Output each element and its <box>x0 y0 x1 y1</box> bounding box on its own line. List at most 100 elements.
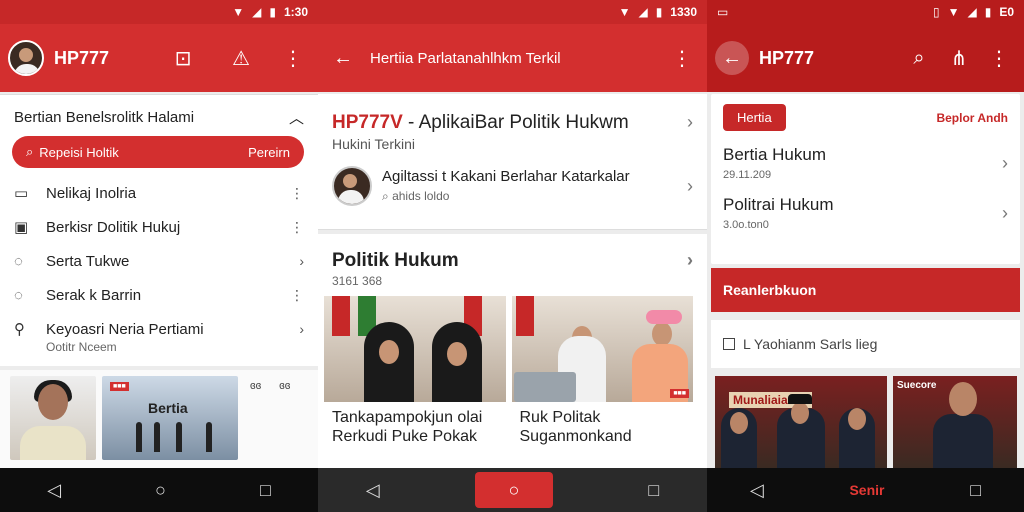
search-icon: ⌕ <box>382 189 393 203</box>
list-item-date: 29.11.209 <box>723 169 772 181</box>
screen-article-list: ▼ ◢ ▮ 1330 ← Hertiia Parlatanahlhkm Terk… <box>318 0 707 512</box>
checkbox-row[interactable]: L Yaohianm Sarls lieg <box>711 320 1020 368</box>
chevron-up-icon[interactable]: ︿ <box>289 107 304 128</box>
home-nav-icon[interactable]: ○ <box>155 480 166 501</box>
app-bar: ← HP777 ⌕ ⋔ ⋮ <box>707 24 1024 92</box>
vibrate-icon: ▯ <box>932 5 940 19</box>
back-arrow-icon[interactable]: ← <box>326 41 360 75</box>
menu-item-action[interactable]: › <box>299 321 304 337</box>
camera-icon[interactable]: ⊡ <box>166 41 200 75</box>
search-icon[interactable]: ⌕ <box>902 41 936 75</box>
list-item-title: Politrai Hukum <box>723 195 834 214</box>
meta-right: ɞɞ <box>279 380 291 392</box>
person-thumbnail[interactable] <box>10 376 96 460</box>
location-icon: ◌ <box>14 252 23 270</box>
checkbox[interactable] <box>723 338 735 350</box>
search-icon: ⌕ <box>26 144 34 159</box>
menu-item-action[interactable]: ⋮ <box>290 287 304 304</box>
app-bar: ← Hertiia Parlatanahlhkm Terkil ⋮ <box>318 24 707 92</box>
signal-icon: ◢ <box>967 5 977 19</box>
brand-text: HP777V <box>332 112 403 133</box>
caption-1[interactable]: Tankapampokjun olai Rerkudi Puke Pokak <box>332 408 506 446</box>
status-bar: ▼ ◢ ▮ 1:30 <box>0 0 318 24</box>
menu-item-label: Serta Tukwe <box>46 252 130 270</box>
back-nav-icon[interactable]: ◁ <box>366 480 380 501</box>
inbox-icon: ▭ <box>14 185 29 202</box>
home-nav-button[interactable]: ○ <box>474 472 553 508</box>
red-banner[interactable]: Reanlerbkuon <box>711 268 1020 312</box>
screen-category: ▭ ▯ ▼ ◢ ▮ E0 ← HP777 ⌕ ⋔ ⋮ Hertia Beplor… <box>707 0 1024 512</box>
recents-nav-icon[interactable]: □ <box>970 480 981 501</box>
art-text: Bertia <box>148 400 188 416</box>
battery-icon: ▮ <box>655 5 663 19</box>
home-nav-icon: ○ <box>508 479 520 500</box>
menu-item-action[interactable]: ⋮ <box>290 219 304 236</box>
more-icon[interactable]: ⋮ <box>665 41 699 75</box>
more-icon[interactable]: ⋮ <box>982 41 1016 75</box>
search-label: Repeisi Holtik <box>39 144 119 160</box>
photo-captions: Tankapampokjun olai Rerkudi Puke Pokak R… <box>332 408 693 446</box>
politik-hukum-section: Politik Hukum › 3161 368 ■■■ Tankapampok… <box>318 234 707 474</box>
explore-link[interactable]: Beplor Andh <box>936 111 1008 125</box>
section-header[interactable]: Bertian Benelsrolitk Halami ︿ <box>0 95 318 136</box>
list-item-date: 3.0o.ton0 <box>723 219 769 231</box>
share-icon[interactable]: ⚠ <box>224 41 258 75</box>
article-meta: ahids loldo <box>392 189 450 203</box>
menu-item-label: Nelikaj Inolria <box>46 184 137 202</box>
video-badge: ■■■ <box>110 382 129 391</box>
caption-2[interactable]: Ruk Politak Suganmonkand <box>520 408 694 446</box>
author-avatar <box>332 166 372 206</box>
battery-saver-icon: ▭ <box>717 5 729 19</box>
status-bar: ▭ ▯ ▼ ◢ ▮ E0 <box>707 0 1024 24</box>
app-title: HP777 <box>54 47 110 68</box>
wifi-icon: ▼ <box>618 5 631 19</box>
app-title: Hertiia Parlatanahlhkm Terkil <box>370 49 561 67</box>
photo-label: Suecore <box>897 380 937 391</box>
menu-item[interactable]: ▭ Nelikaj Inolria ⋮ <box>0 176 318 210</box>
status-time: E0 <box>999 5 1014 19</box>
menu-item-label: Serak k Barrin <box>46 286 142 304</box>
recents-nav-icon[interactable]: □ <box>648 480 659 501</box>
menu-item[interactable]: ◌ Serta Tukwe › <box>0 244 318 278</box>
news-photo-4[interactable]: Suecore <box>893 376 1017 468</box>
photo-row: ■■■ <box>324 296 693 402</box>
chevron-right-icon[interactable]: › <box>687 250 693 272</box>
share-icon[interactable]: ⋔ <box>942 41 976 75</box>
news-photo-3[interactable]: Munaliaianaa <box>715 376 887 468</box>
news-menu-panel: Bertian Benelsrolitk Halami ︿ ⌕ Repeisi … <box>0 94 318 366</box>
list-item[interactable]: Bertia Hukum 29.11.209 › <box>723 145 1008 181</box>
news-photo-1[interactable] <box>324 296 506 402</box>
art-thumbnail[interactable]: ■■■ Bertia <box>102 376 238 460</box>
category-chip[interactable]: Hertia <box>723 104 786 131</box>
news-photo-2[interactable]: ■■■ <box>511 296 693 402</box>
wifi-icon: ▼ <box>232 5 245 19</box>
back-nav-icon[interactable]: ◁ <box>750 480 764 501</box>
featured-card[interactable]: HP777V - AplikaiBar Politik Hukwm › Huki… <box>318 94 707 230</box>
menu-item[interactable]: ▣ Berkisr Dolitik Hukuj ⋮ <box>0 210 318 244</box>
list-item[interactable]: Politrai Hukum 3.0o.ton0 › <box>723 195 1008 231</box>
search-button[interactable]: ⌕ Repeisi Holtik Pereirn <box>12 136 304 168</box>
menu-item-action[interactable]: › <box>299 253 304 269</box>
square-icon: ▣ <box>14 219 29 236</box>
screen-home: ▼ ◢ ▮ 1:30 HP777 ⊡ ⚠ ⋮ Bertian Benelsrol… <box>0 0 318 512</box>
signal-icon: ◢ <box>252 5 262 19</box>
chevron-right-icon[interactable]: › <box>1002 203 1008 224</box>
chevron-right-icon[interactable]: › <box>1002 153 1008 174</box>
status-bar: ▼ ◢ ▮ 1330 <box>318 0 707 24</box>
back-nav-icon[interactable]: ◁ <box>47 480 61 501</box>
section-title-row[interactable]: Politik Hukum › <box>332 250 693 272</box>
person-icon: ⚲ <box>14 321 25 338</box>
menu-item[interactable]: ◌ Serak k Barrin ⋮ <box>0 278 318 312</box>
thumb-meta: ɞɞ ɞɞ <box>244 376 290 462</box>
chevron-right-icon[interactable]: › <box>687 112 693 134</box>
chevron-right-icon[interactable]: › <box>687 176 693 197</box>
article-row[interactable]: Agiltassi t Kakani Berlahar Katarkalar ⌕… <box>332 166 693 206</box>
back-arrow-icon[interactable]: ← <box>715 41 749 75</box>
menu-subtitle: Ootitr Nceem <box>46 340 117 354</box>
avatar[interactable] <box>8 40 44 76</box>
card-headline: HP777V - AplikaiBar Politik Hukwm › <box>332 112 693 134</box>
more-icon[interactable]: ⋮ <box>276 41 310 75</box>
menu-item-action[interactable]: ⋮ <box>290 185 304 202</box>
recents-nav-icon[interactable]: □ <box>260 480 271 501</box>
home-nav-label[interactable]: Senir <box>849 482 884 498</box>
